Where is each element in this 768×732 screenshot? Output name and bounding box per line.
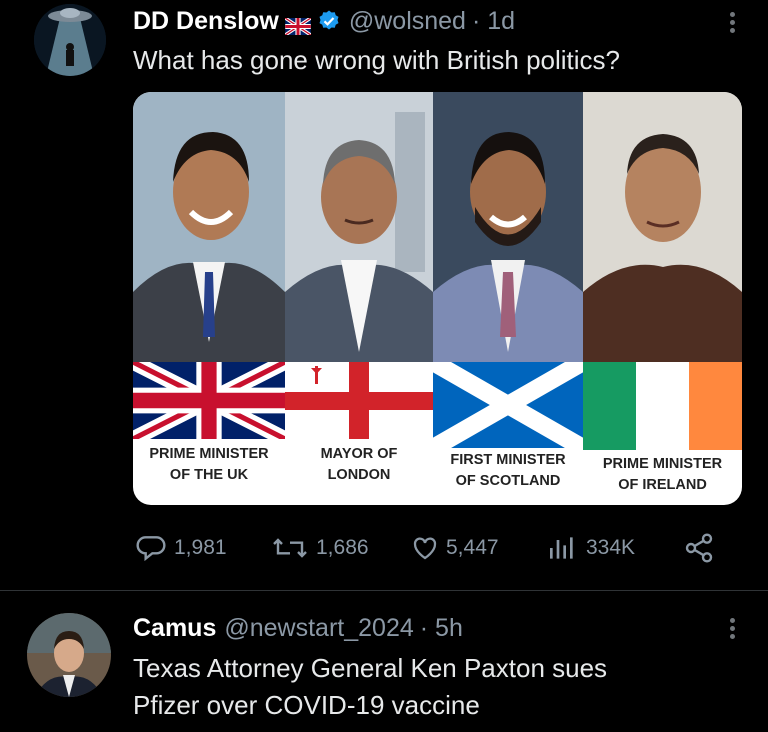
uk-flag-icon	[284, 13, 312, 36]
handle[interactable]: @wolsned	[349, 7, 466, 36]
tweet-image[interactable]: PRIME MINISTER OF THE UK MAYOR OF LONDON F…	[133, 92, 742, 505]
views-button[interactable]: 334K	[544, 532, 635, 564]
portrait-1	[133, 92, 285, 362]
tweet-1-header: DD Denslow @wolsned · 1d	[133, 4, 515, 38]
display-name[interactable]: Camus	[133, 614, 216, 643]
display-name[interactable]: DD Denslow	[133, 7, 279, 36]
caption-1: PRIME MINISTER OF THE UK	[149, 446, 269, 483]
avatar-camus[interactable]	[27, 613, 111, 697]
heart-icon	[413, 537, 437, 560]
repost-count: 1,686	[316, 536, 369, 559]
repost-icon	[273, 538, 307, 558]
caption-3: FIRST MINISTER OF SCOTLAND	[450, 452, 566, 489]
repost-button[interactable]: 1,686	[270, 532, 369, 564]
more-options-icon[interactable]	[730, 9, 736, 36]
view-count: 334K	[586, 536, 636, 559]
like-count: 5,447	[446, 536, 499, 559]
verified-badge-icon	[317, 9, 341, 33]
reply-count: 1,981	[174, 536, 227, 559]
portrait-4	[583, 92, 742, 362]
flag-london	[285, 362, 433, 439]
avatar-ufo[interactable]	[34, 4, 106, 76]
tweet-text: What has gone wrong with British politic…	[133, 45, 621, 75]
portrait-2	[285, 92, 433, 362]
flag-scotland	[428, 354, 588, 456]
tweet-2[interactable]: Camus @newstart_2024 · 5h Texas Attorney…	[0, 591, 768, 732]
portrait-3	[433, 92, 583, 362]
timestamp[interactable]: · 5h	[420, 614, 463, 643]
tweet-text-line-1: Texas Attorney General Ken Paxton sues	[133, 653, 608, 683]
handle[interactable]: @newstart_2024	[224, 614, 413, 643]
reply-button[interactable]: 1,981	[134, 532, 227, 564]
caption-4: PRIME MINISTER OF IRELAND	[602, 456, 723, 493]
share-icon	[685, 533, 713, 563]
flag-ireland	[583, 362, 742, 450]
timestamp[interactable]: · 1d	[472, 7, 515, 36]
views-icon	[550, 537, 573, 559]
tweet-actions: 1,981 1,686 5,447 334K	[134, 530, 724, 566]
more-options-icon[interactable]	[730, 615, 736, 642]
flag-uk	[133, 355, 289, 446]
reply-icon	[136, 536, 166, 562]
tweet-2-header: Camus @newstart_2024 · 5h	[133, 611, 463, 645]
share-button[interactable]	[682, 532, 722, 564]
tweet-1[interactable]: DD Denslow @wolsned · 1d What has gone w…	[0, 0, 768, 590]
tweet-text-line-2: Pfizer over COVID-19 vaccine	[133, 690, 480, 720]
like-button[interactable]: 5,447	[410, 532, 499, 564]
caption-2: MAYOR OF LONDON	[320, 446, 398, 483]
